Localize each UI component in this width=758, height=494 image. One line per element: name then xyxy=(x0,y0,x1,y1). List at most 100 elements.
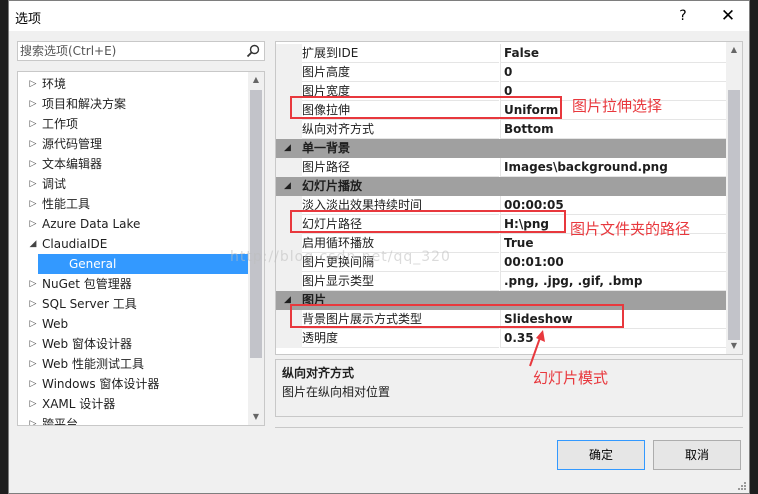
row-gutter xyxy=(276,120,302,139)
category-label: 单一背景 xyxy=(302,141,351,155)
tree-item[interactable]: ▷ Windows 窗体设计器 xyxy=(18,374,250,394)
divider xyxy=(275,427,743,428)
tree-item-label: General xyxy=(69,257,117,271)
expand-arrow-icon[interactable]: ▷ xyxy=(27,94,39,114)
scroll-up-icon[interactable]: ▲ xyxy=(248,72,264,88)
tree-item[interactable]: ▷ 文本编辑器 xyxy=(18,154,250,174)
scroll-thumb[interactable] xyxy=(250,90,262,358)
cancel-button[interactable]: 取消 xyxy=(653,440,741,470)
tree-item[interactable]: General xyxy=(38,254,250,274)
expand-arrow-icon[interactable]: ▷ xyxy=(27,374,39,394)
property-name: 扩展到IDE xyxy=(302,44,499,63)
expand-arrow-icon[interactable]: ▷ xyxy=(27,394,39,414)
expand-arrow-icon[interactable]: ▷ xyxy=(27,334,39,354)
tree-item-label: XAML 设计器 xyxy=(42,397,116,411)
tree-item[interactable]: ▷ 项目和解决方案 xyxy=(18,94,250,114)
tree-item-label: NuGet 包管理器 xyxy=(42,277,132,291)
search-input[interactable] xyxy=(20,43,240,59)
tree-item-label: Web 性能测试工具 xyxy=(42,357,144,371)
help-button[interactable]: ? xyxy=(672,5,694,27)
expand-arrow-icon[interactable]: ▷ xyxy=(27,314,39,334)
scroll-down-icon[interactable]: ▼ xyxy=(726,338,742,354)
property-value[interactable]: Bottom xyxy=(500,120,727,139)
property-row[interactable]: 图片高度 0 xyxy=(276,63,727,82)
collapse-arrow-icon[interactable]: ◢ xyxy=(27,234,39,254)
options-dialog: 选项 ? ✕ ▷跨平台▷XAML 设计器▷Windows 窗体设计器▷Web 性… xyxy=(8,0,750,494)
expand-arrow-icon[interactable]: ▷ xyxy=(27,114,39,134)
title-bar: 选项 ? ✕ xyxy=(9,1,749,31)
expand-arrow-icon[interactable]: ▷ xyxy=(27,414,39,425)
tree-item-label: ClaudiaIDE xyxy=(42,237,108,251)
tree-item[interactable]: ▷ 工作项 xyxy=(18,114,250,134)
tree-item[interactable]: ▷ 源代码管理 xyxy=(18,134,250,154)
row-gutter xyxy=(276,329,302,348)
highlight-box-stretch xyxy=(290,96,562,119)
description-text: 图片在纵向相对位置 xyxy=(282,385,391,399)
property-value[interactable]: 00:01:00 xyxy=(500,253,727,272)
expand-arrow-icon[interactable]: ▷ xyxy=(27,74,39,94)
property-name: 图片高度 xyxy=(302,63,499,82)
expand-arrow-icon[interactable]: ▷ xyxy=(27,274,39,294)
property-value[interactable]: Images\background.png xyxy=(500,158,727,177)
property-category[interactable]: ◢ 单一背景 xyxy=(276,139,727,158)
annotation-folder: 图片文件夹的路径 xyxy=(570,220,691,238)
description-panel: 纵向对齐方式 图片在纵向相对位置 xyxy=(275,359,743,417)
expand-arrow-icon[interactable]: ▷ xyxy=(27,154,39,174)
row-gutter xyxy=(276,63,302,82)
expand-arrow-icon[interactable]: ▷ xyxy=(27,174,39,194)
collapse-arrow-icon[interactable]: ◢ xyxy=(284,139,291,158)
expand-arrow-icon[interactable]: ▷ xyxy=(27,214,39,234)
property-value[interactable]: 0 xyxy=(500,63,727,82)
property-row[interactable]: 图片显示类型 .png, .jpg, .gif, .bmp xyxy=(276,272,727,291)
scroll-down-icon[interactable]: ▼ xyxy=(248,409,264,425)
category-label: 幻灯片播放 xyxy=(302,179,363,193)
expand-arrow-icon[interactable]: ▷ xyxy=(27,194,39,214)
ok-button[interactable]: 确定 xyxy=(557,440,645,470)
property-name: 图片路径 xyxy=(302,158,499,177)
property-row[interactable]: 纵向对齐方式 Bottom xyxy=(276,120,727,139)
property-row[interactable]: 扩展到IDE False xyxy=(276,44,727,63)
tree-item[interactable]: ▷ SQL Server 工具 xyxy=(18,294,250,314)
tree-item-label: 源代码管理 xyxy=(42,137,103,151)
property-grid-scrollbar[interactable]: ▲ ▼ xyxy=(726,42,742,354)
tree-item[interactable]: ▷ XAML 设计器 xyxy=(18,394,250,414)
tree-item-label: 工作项 xyxy=(42,117,79,131)
highlight-box-slideshow xyxy=(290,304,624,328)
tree-item-label: 项目和解决方案 xyxy=(42,97,127,111)
tree-item[interactable]: ▷ Web xyxy=(18,314,250,334)
annotation-arrow-icon xyxy=(529,330,545,367)
tree-item[interactable]: ▷ 性能工具 xyxy=(18,194,250,214)
tree-item[interactable]: ▷ 跨平台 xyxy=(18,414,250,425)
tree-item[interactable]: ▷ 环境 xyxy=(18,74,250,94)
tree-item[interactable]: ◢ ClaudiaIDE xyxy=(18,234,250,254)
expand-arrow-icon[interactable]: ▷ xyxy=(27,134,39,154)
tree-item-label: 文本编辑器 xyxy=(42,157,103,171)
close-button[interactable]: ✕ xyxy=(715,4,741,28)
tree-item[interactable]: ▷ Web 窗体设计器 xyxy=(18,334,250,354)
resize-grip-icon[interactable] xyxy=(737,481,747,491)
scroll-up-icon[interactable]: ▲ xyxy=(726,42,742,58)
property-name: 纵向对齐方式 xyxy=(302,120,499,139)
tree-item[interactable]: ▷ Web 性能测试工具 xyxy=(18,354,250,374)
property-value[interactable]: False xyxy=(500,44,727,63)
dialog-title: 选项 xyxy=(15,12,42,27)
tree-item-label: 性能工具 xyxy=(42,197,91,211)
tree-item-label: Azure Data Lake xyxy=(42,217,141,231)
property-category[interactable]: ◢ 幻灯片播放 xyxy=(276,177,727,196)
tree-item[interactable]: ▷ Azure Data Lake xyxy=(18,214,250,234)
property-row[interactable]: 图片路径 Images\background.png xyxy=(276,158,727,177)
property-name: 图片显示类型 xyxy=(302,272,499,291)
scroll-thumb[interactable] xyxy=(728,90,740,340)
search-icon[interactable] xyxy=(245,43,261,59)
expand-arrow-icon[interactable]: ▷ xyxy=(27,294,39,314)
property-row[interactable]: 透明度 0.35 xyxy=(276,329,727,348)
tree-item[interactable]: ▷ NuGet 包管理器 xyxy=(18,274,250,294)
tree-item-label: 环境 xyxy=(42,77,67,91)
collapse-arrow-icon[interactable]: ◢ xyxy=(284,177,291,196)
tree-item-label: Web xyxy=(42,317,69,331)
property-value[interactable]: .png, .jpg, .gif, .bmp xyxy=(500,272,727,291)
expand-arrow-icon[interactable]: ▷ xyxy=(27,354,39,374)
tree-item[interactable]: ▷ 调试 xyxy=(18,174,250,194)
tree-item-label: 调试 xyxy=(42,177,67,191)
watermark: http://blog.csdn.net/qq_320 xyxy=(230,249,451,265)
